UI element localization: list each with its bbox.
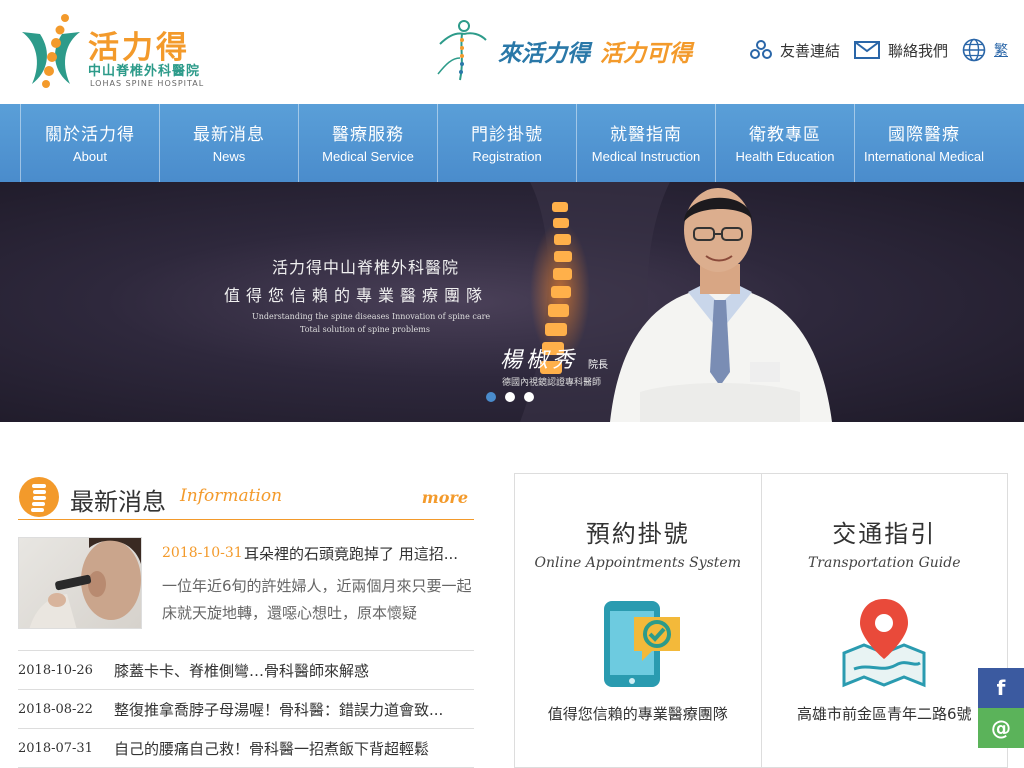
at-sign-icon: @ [991,716,1011,740]
news-date: 2018-07-31 [18,740,93,756]
site-logo[interactable]: 活力得 中山脊椎外科醫院 LOHAS SPINE HOSPITAL [18,10,218,94]
nav-label-en: Registration [472,149,542,164]
main-nav: 關於活力得 About 最新消息 News 醫療服務 Medical Servi… [0,104,1024,182]
nav-label-cn: 國際醫療 [888,125,960,145]
logo-subtitle: 中山脊椎外科醫院 [88,64,201,79]
nav-registration[interactable]: 門診掛號 Registration [437,104,576,182]
service-description: 高雄市前金區青年二路6號 [796,705,972,723]
appointment-box[interactable]: 預約掛號 Online Appointments System 值得您信賴的專業… [515,474,761,767]
nav-medical-instruction[interactable]: 就醫指南 Medical Instruction [576,104,715,182]
doctor-signature: 楊椒秀 [500,348,579,373]
service-description: 值得您信賴的專業醫療團隊 [547,705,728,723]
news-headline: 整復推拿喬脖子母湯喔！骨科醫：錯誤力道會致... [114,700,444,719]
news-title: 最新消息 [70,488,166,516]
hero-banner[interactable]: 活力得中山脊椎外科醫院 值得您信賴的專業醫療團隊 Understanding t… [0,182,1024,422]
news-date: 2018-08-22 [18,701,93,717]
banner-english-line: Understanding the spine diseases Innovat… [252,312,491,321]
news-summary: 一位年近6旬的許姓婦人，近兩個月來只要一起床就天旋地轉，還噁心想吐，原本懷疑 [162,577,472,622]
globe-icon [962,38,986,62]
service-title-english: Transportation Guide [807,555,961,571]
carousel-dots [486,392,534,402]
nav-label-en: Medical Service [322,149,414,164]
service-title: 預約掛號 [585,520,690,548]
banner-english-line: Total solution of spine problems [300,325,430,334]
carousel-dot[interactable] [486,392,496,402]
nav-medical-service[interactable]: 醫療服務 Medical Service [298,104,437,182]
service-title: 交通指引 [832,520,937,548]
nav-label-cn: 關於活力得 [45,125,135,145]
banner-title: 活力得中山脊椎外科醫院 [272,258,460,277]
network-icon [749,40,772,59]
contact-link[interactable]: 聯絡我們 [853,40,948,61]
service-title-english: Online Appointments System [534,555,742,571]
social-bar: f @ [978,668,1024,748]
logo-english: LOHAS SPINE HOSPITAL [90,79,205,88]
slogan-part-a: 來活力得 [498,40,590,67]
email-button[interactable]: @ [978,708,1024,748]
language-link[interactable]: 繁 [962,38,1008,62]
top-links: 友善連結 聯絡我們 繁 [749,38,1008,62]
nav-news[interactable]: 最新消息 News [159,104,298,182]
site-header: 活力得 中山脊椎外科醫院 LOHAS SPINE HOSPITAL 來活力得 活力… [0,0,1024,104]
friends-link[interactable]: 友善連結 [749,40,840,61]
news-headline: 耳朵裡的石頭竟跑掉了 用這招... [244,545,459,563]
nav-label-en: International Medical [864,149,984,164]
nav-health-education[interactable]: 衛教專區 Health Education [715,104,854,182]
nav-label-en: About [73,149,107,164]
nav-international-medical[interactable]: 國際醫療 International Medical [854,104,993,182]
news-more-link[interactable]: more [422,488,468,507]
news-header: 最新消息 Information more [18,472,474,520]
map-pin-icon [842,599,926,688]
logo-mark-icon [22,14,80,88]
carousel-dot[interactable] [505,392,515,402]
news-row[interactable]: 2018-08-22 整復推拿喬脖子母湯喔！骨科醫：錯誤力道會致... [18,690,474,729]
nav-label-cn: 最新消息 [193,125,265,145]
news-date: 2018-10-26 [18,662,93,678]
carousel-dot[interactable] [524,392,534,402]
news-row[interactable]: 2018-10-26 膝蓋卡卡、脊椎側彎…骨科醫師來解惑 [18,651,474,690]
doctor-portrait [610,188,832,422]
nav-label-cn: 衛教專區 [749,125,821,145]
nav-label-en: News [212,149,246,164]
doctor-credential: 德國內視鏡認證專科醫師 [502,378,602,388]
news-title-english: Information [180,486,283,506]
news-row[interactable]: 2018-07-31 自己的腰痛自己救！骨科醫一招煮飯下背超輕鬆 [18,729,474,768]
contact-link-label: 聯絡我們 [887,41,948,60]
facebook-icon: f [996,676,1006,700]
featured-news[interactable]: 2018-10-31 耳朵裡的石頭竟跑掉了 用這招... 一位年近6旬的許姓婦人… [18,535,474,651]
banner-tagline: 值得您信賴的專業醫療團隊 [224,286,489,305]
facebook-button[interactable]: f [978,668,1024,708]
nav-label-cn: 醫療服務 [332,125,404,145]
spine-badge-icon [19,477,59,517]
spine-figure-icon [437,20,487,81]
slogan-part-b: 活力可得 [600,40,692,67]
phone-check-icon [603,601,680,687]
news-section: 最新消息 Information more 2018-10-31 耳朵裡的石頭竟… [18,472,474,768]
friends-link-label: 友善連結 [779,41,840,60]
nav-label-cn: 門診掛號 [471,125,543,145]
news-thumbnail [18,537,142,629]
language-label: 繁 [994,43,1008,59]
envelope-icon [853,41,880,59]
nav-label-en: Medical Instruction [591,149,701,164]
news-date: 2018-10-31 [162,545,243,561]
news-headline: 自己的腰痛自己救！骨科醫一招煮飯下背超輕鬆 [114,739,430,758]
news-headline: 膝蓋卡卡、脊椎側彎…骨科醫師來解惑 [114,661,370,680]
nav-label-en: Health Education [735,149,835,164]
nav-label-cn: 就醫指南 [610,125,682,145]
transportation-box[interactable]: 交通指引 Transportation Guide 高雄市前金區青年二路6號 [760,474,1008,767]
nav-about[interactable]: 關於活力得 About [20,104,159,182]
service-boxes: 預約掛號 Online Appointments System 值得您信賴的專業… [514,473,1008,768]
